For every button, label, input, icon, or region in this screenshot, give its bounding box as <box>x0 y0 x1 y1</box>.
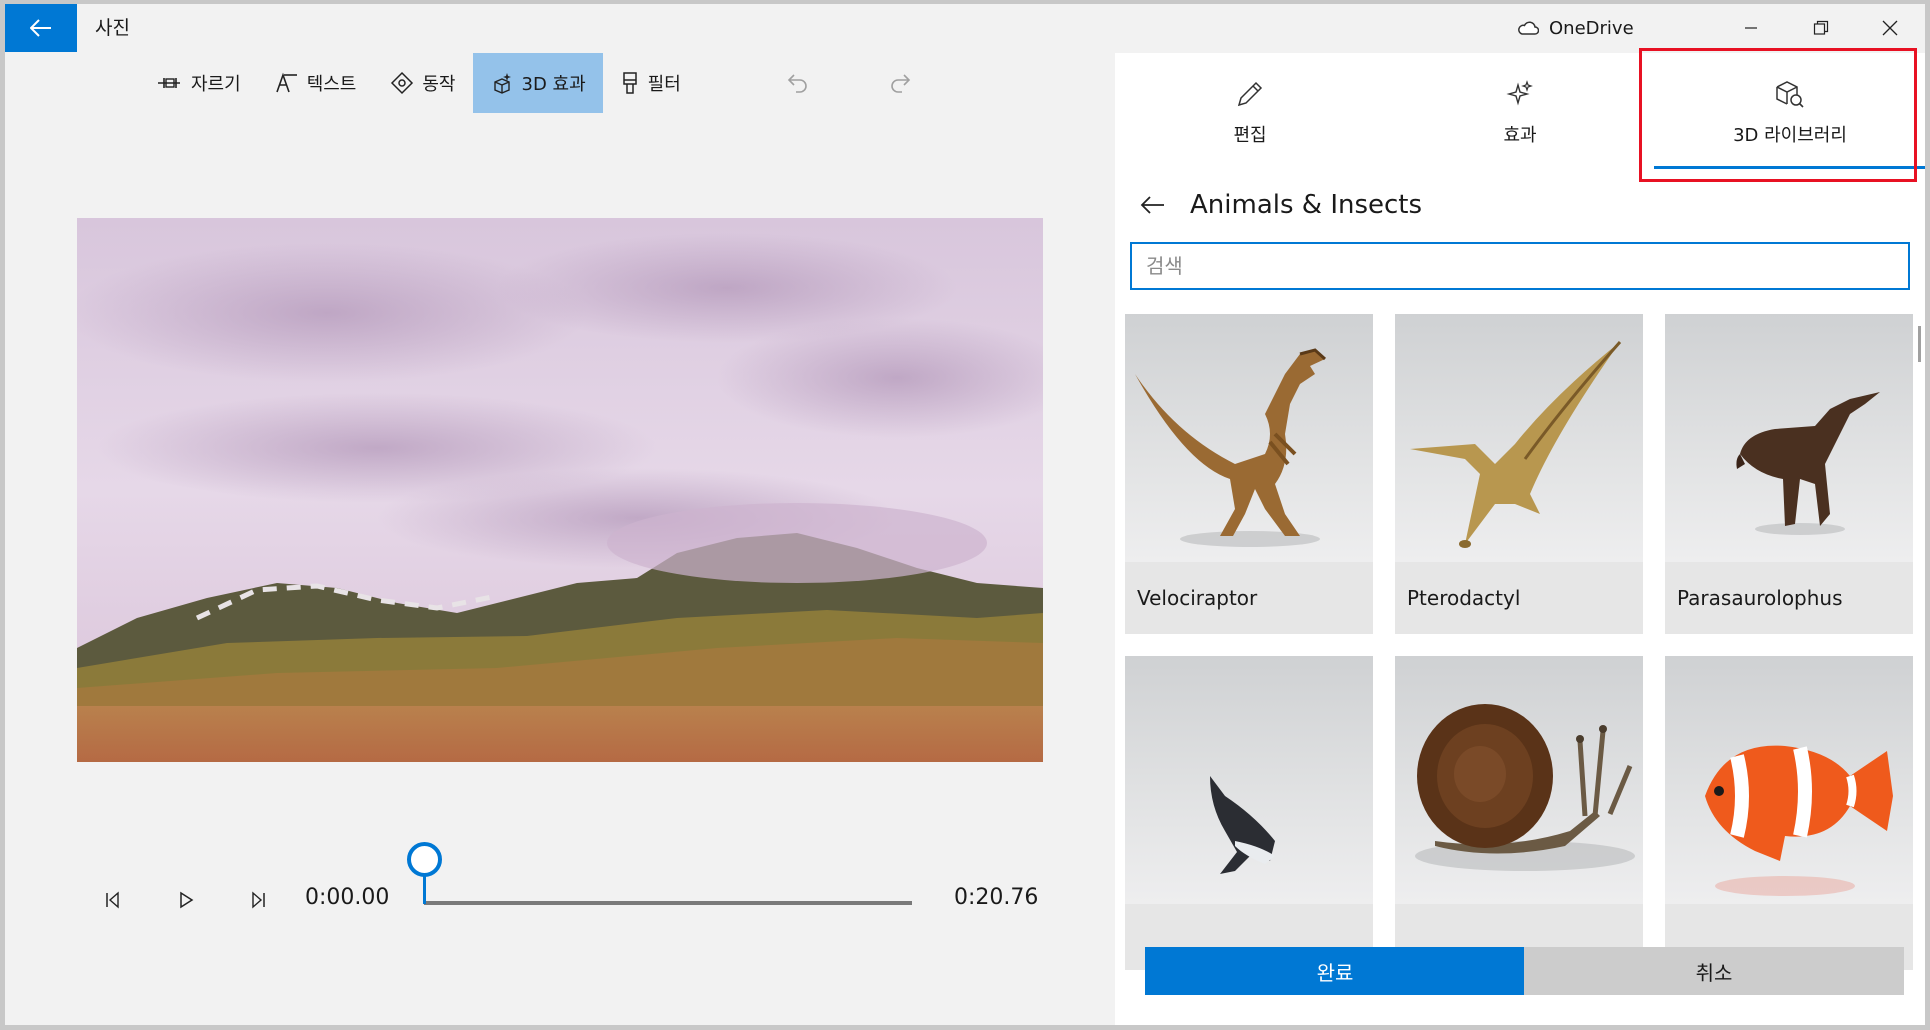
video-preview <box>77 218 1043 762</box>
onedrive-button[interactable]: OneDrive <box>1517 4 1634 52</box>
arrow-left-icon <box>1140 196 1164 214</box>
annotation-highlight-box <box>1639 48 1917 182</box>
filter-label: 필터 <box>647 74 681 95</box>
model-thumbnail <box>1125 656 1373 904</box>
side-panel: 편집 효과 3D 라이브러리 Animals & Insects Velocir… <box>1115 53 1925 1025</box>
current-time: 0:00.00 <box>305 885 390 910</box>
model-thumbnail <box>1665 656 1913 904</box>
model-thumbnail <box>1395 656 1643 904</box>
play-icon <box>180 891 194 909</box>
model-card-pterodactyl[interactable]: Pterodactyl <box>1395 314 1643 634</box>
title-bar: 사진 OneDrive <box>5 4 1925 52</box>
text-label: 텍스트 <box>306 74 357 95</box>
cloud-icon <box>1518 21 1539 35</box>
motion-icon <box>391 71 414 95</box>
velociraptor-image <box>1135 348 1327 547</box>
motion-label: 동작 <box>422 74 456 95</box>
clownfish-image <box>1705 745 1893 896</box>
filter-icon <box>622 72 637 94</box>
tab-effects[interactable]: 효과 <box>1385 53 1655 173</box>
app-title: 사진 <box>95 17 130 39</box>
model-card-snail[interactable] <box>1395 656 1643 970</box>
play-button[interactable] <box>166 880 206 920</box>
model-thumbnail <box>1395 314 1643 562</box>
next-frame-button[interactable] <box>238 880 278 920</box>
tab-edit[interactable]: 편집 <box>1115 53 1385 173</box>
model-card-parasaurolophus[interactable]: Parasaurolophus <box>1665 314 1913 634</box>
back-button[interactable] <box>5 4 77 52</box>
done-button[interactable]: 완료 <box>1145 947 1525 995</box>
tab-edit-label: 편집 <box>1233 125 1267 146</box>
trim-button[interactable]: 자르기 <box>140 53 258 113</box>
text-button[interactable]: 텍스트 <box>258 53 374 113</box>
undo-icon <box>787 74 807 93</box>
minimize-button[interactable] <box>1721 4 1781 52</box>
category-title: Animals & Insects <box>1190 190 1423 220</box>
step-forward-icon <box>252 891 265 909</box>
previous-frame-button[interactable] <box>93 880 133 920</box>
panel-scrollbar[interactable] <box>1918 326 1921 362</box>
snail-image <box>1415 704 1635 871</box>
model-thumbnail <box>1125 314 1373 562</box>
undo-button[interactable] <box>768 53 828 113</box>
model-name: Velociraptor <box>1137 586 1258 610</box>
model-thumbnail <box>1665 314 1913 562</box>
3d-effects-button[interactable]: 3D 효과 <box>472 53 603 113</box>
timeline-track[interactable] <box>424 901 912 905</box>
pencil-icon <box>1237 81 1263 107</box>
model-name: Pterodactyl <box>1407 586 1521 610</box>
3d-effects-label: 3D 효과 <box>521 74 586 95</box>
step-back-icon <box>106 891 119 909</box>
motion-button[interactable]: 동작 <box>373 53 472 113</box>
pterodactyl-image <box>1410 341 1622 548</box>
close-button[interactable] <box>1860 4 1920 52</box>
search-input[interactable] <box>1130 242 1910 290</box>
model-card-shark[interactable] <box>1125 656 1373 970</box>
restore-button[interactable] <box>1791 4 1851 52</box>
playhead-handle[interactable] <box>407 842 442 877</box>
total-time: 0:20.76 <box>954 885 1039 910</box>
restore-icon <box>1813 20 1829 35</box>
redo-button[interactable] <box>870 53 930 113</box>
shark-image <box>1210 776 1275 874</box>
filter-button[interactable]: 필터 <box>603 53 698 113</box>
editing-toolbar: 자르기 텍스트 동작 3D 효과 필터 <box>140 53 698 113</box>
arrow-left-icon <box>30 19 51 37</box>
minimize-icon <box>1745 27 1757 29</box>
sparkle-icon <box>1506 80 1533 106</box>
model-card-velociraptor[interactable]: Velociraptor <box>1125 314 1373 634</box>
model-card-clownfish[interactable] <box>1665 656 1913 970</box>
model-grid: Velociraptor Pterodactyl Parasaurolophus <box>1125 314 1917 970</box>
onedrive-label: OneDrive <box>1549 17 1634 39</box>
close-icon <box>1882 20 1898 36</box>
tab-effects-label: 효과 <box>1503 125 1537 146</box>
trim-label: 자르기 <box>191 74 241 95</box>
text-icon <box>275 72 297 93</box>
trim-icon <box>158 78 180 88</box>
cancel-button[interactable]: 취소 <box>1524 947 1904 995</box>
parasaurolophus-image <box>1736 392 1880 535</box>
model-name: Parasaurolophus <box>1677 586 1843 610</box>
3d-effects-icon <box>493 73 511 94</box>
category-back-button[interactable] <box>1131 183 1175 227</box>
landscape-image <box>77 218 1043 762</box>
redo-icon <box>891 74 911 93</box>
